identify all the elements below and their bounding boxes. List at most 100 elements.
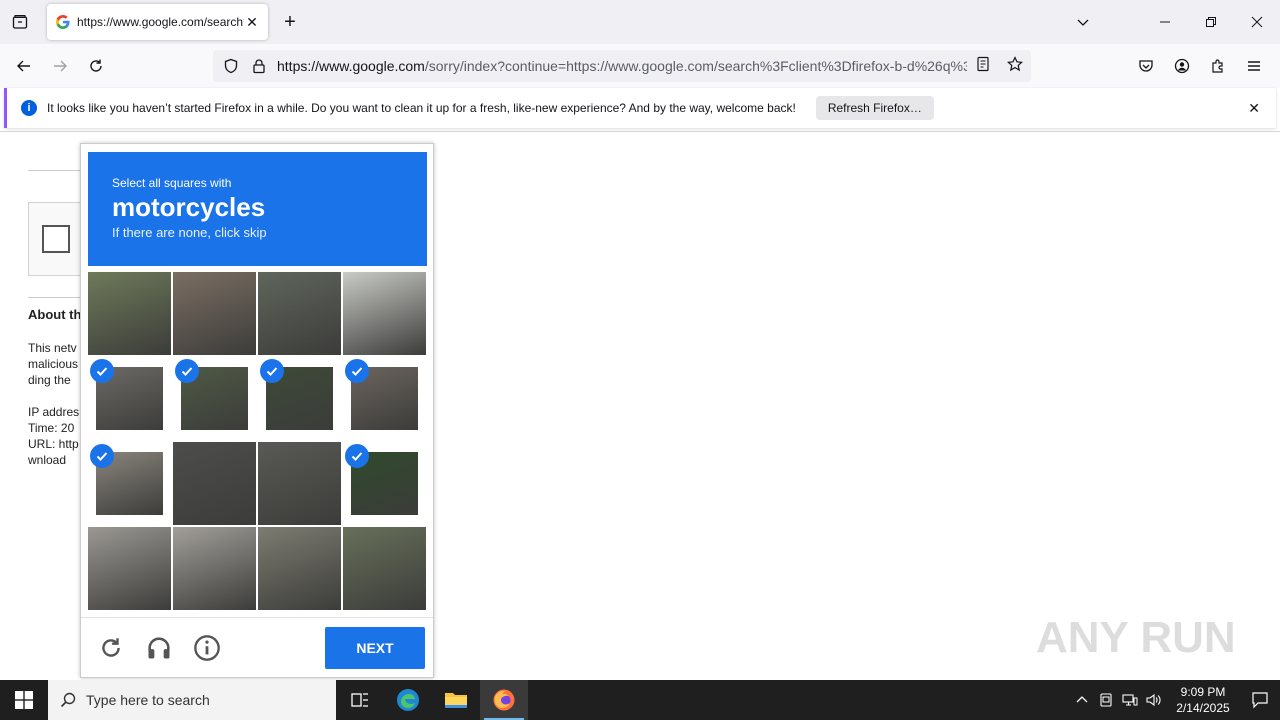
tile-image [173, 527, 256, 610]
captcha-tile[interactable] [88, 527, 171, 610]
account-button[interactable] [1164, 48, 1200, 84]
next-button[interactable]: NEXT [325, 627, 425, 669]
tracking-protection-icon[interactable] [221, 56, 241, 76]
tray-device-icon[interactable] [1094, 680, 1118, 720]
captcha-tile[interactable] [88, 442, 171, 525]
pocket-button[interactable] [1128, 48, 1164, 84]
captcha-tile[interactable] [258, 442, 341, 525]
captcha-tile[interactable] [173, 357, 256, 440]
puzzle-piece-icon [1212, 59, 1223, 73]
app-menu-button[interactable] [1236, 48, 1272, 84]
folder-icon [445, 693, 467, 708]
captcha-tile-grid [88, 272, 427, 611]
captcha-tile[interactable] [343, 442, 426, 525]
google-favicon-icon [55, 14, 71, 30]
about-line: malicious [28, 357, 79, 371]
clock-time: 9:09 PM [1180, 685, 1226, 699]
captcha-target: motorcycles [112, 192, 266, 222]
url-text[interactable]: https://www.google.com/sorry/index?conti… [277, 58, 967, 74]
captcha-tile[interactable] [343, 272, 426, 355]
action-center-button[interactable] [1240, 680, 1280, 720]
tile-image [173, 442, 256, 525]
tab-strip: https://www.google.com/search? ✕ + [0, 0, 1280, 44]
edge-icon [397, 689, 419, 711]
captcha-tile[interactable] [343, 527, 426, 610]
list-all-tabs-button[interactable] [1060, 0, 1106, 44]
captcha-tile[interactable] [173, 272, 256, 355]
clock-date: 2/14/2025 [1176, 701, 1230, 715]
task-view-button[interactable] [336, 680, 384, 720]
taskbar-search-box[interactable]: Type here to search [48, 680, 336, 720]
about-line: URL: http [28, 437, 79, 451]
hamburger-menu-icon [1248, 61, 1260, 71]
task-view-icon [351, 693, 368, 707]
captcha-tile[interactable] [88, 272, 171, 355]
back-button[interactable] [10, 52, 38, 80]
page-divider [28, 170, 88, 171]
taskbar-edge[interactable] [384, 680, 432, 720]
captcha-footer: NEXT [81, 617, 433, 677]
lock-icon[interactable] [249, 56, 269, 76]
recaptcha-checkbox[interactable] [42, 225, 70, 253]
reload-challenge-button[interactable] [96, 633, 126, 663]
checkmark-icon [90, 444, 114, 468]
help-button[interactable] [192, 633, 222, 663]
about-heading: About th [28, 307, 82, 322]
captcha-hint: If there are none, click skip [112, 225, 267, 240]
captcha-tile[interactable] [173, 442, 256, 525]
about-line: wnload [28, 453, 67, 467]
audio-challenge-button[interactable] [144, 633, 174, 663]
minimize-icon [1160, 21, 1170, 23]
about-line: This netv [28, 341, 77, 355]
bookmark-star-icon[interactable] [1007, 55, 1023, 77]
forward-button[interactable] [46, 52, 74, 80]
taskbar-firefox[interactable] [480, 680, 528, 720]
tab-close-icon[interactable]: ✕ [244, 14, 260, 30]
search-placeholder: Type here to search [86, 692, 210, 708]
tile-image [88, 272, 171, 355]
tile-image [258, 527, 341, 610]
account-icon [1174, 58, 1190, 74]
captcha-tile[interactable] [343, 357, 426, 440]
tray-overflow-chevron-icon[interactable] [1070, 680, 1094, 720]
tile-image [88, 527, 171, 610]
captcha-tile[interactable] [173, 527, 256, 610]
close-window-button[interactable] [1234, 0, 1280, 44]
windows-taskbar: Type here to search 9:09 PM 2/14/2025 [0, 680, 1280, 720]
notification-message: It looks like you haven’t started Firefo… [47, 101, 796, 115]
captcha-tile[interactable] [88, 357, 171, 440]
refresh-firefox-button[interactable]: Refresh Firefox… [815, 96, 934, 120]
tile-image [173, 272, 256, 355]
captcha-tile[interactable] [258, 357, 341, 440]
firefox-view-button[interactable] [8, 10, 32, 34]
tile-image [258, 272, 341, 355]
extensions-button[interactable] [1200, 48, 1236, 84]
notification-icon [1252, 692, 1268, 709]
captcha-tile[interactable] [258, 272, 341, 355]
taskbar-clock[interactable]: 9:09 PM 2/14/2025 [1166, 684, 1240, 716]
restore-button[interactable] [1188, 0, 1234, 44]
anyrun-watermark: ANY RUN [1036, 613, 1236, 662]
taskbar-file-explorer[interactable] [432, 680, 480, 720]
pocket-icon [1139, 60, 1153, 72]
reader-view-icon[interactable] [975, 56, 991, 77]
checkmark-icon [260, 359, 284, 383]
tile-image [343, 527, 426, 610]
captcha-instruction: Select all squares with [112, 176, 232, 190]
captcha-challenge: Select all squares with motorcycles If t… [80, 143, 434, 678]
firefox-icon [493, 689, 515, 711]
start-button[interactable] [0, 680, 48, 720]
new-tab-button[interactable]: + [280, 12, 300, 32]
reload-button[interactable] [82, 52, 110, 80]
refresh-notification-bar: i It looks like you haven’t started Fire… [4, 88, 1276, 128]
browser-tab[interactable]: https://www.google.com/search? ✕ [47, 4, 268, 40]
address-bar[interactable]: https://www.google.com/sorry/index?conti… [213, 50, 1031, 82]
network-icon[interactable] [1118, 680, 1142, 720]
tile-image [258, 442, 341, 525]
volume-icon[interactable] [1142, 680, 1166, 720]
tab-title: https://www.google.com/search? [77, 15, 244, 29]
checkmark-icon [90, 359, 114, 383]
notification-close-icon[interactable]: ✕ [1248, 100, 1260, 117]
captcha-tile[interactable] [258, 527, 341, 610]
minimize-button[interactable] [1142, 0, 1188, 44]
